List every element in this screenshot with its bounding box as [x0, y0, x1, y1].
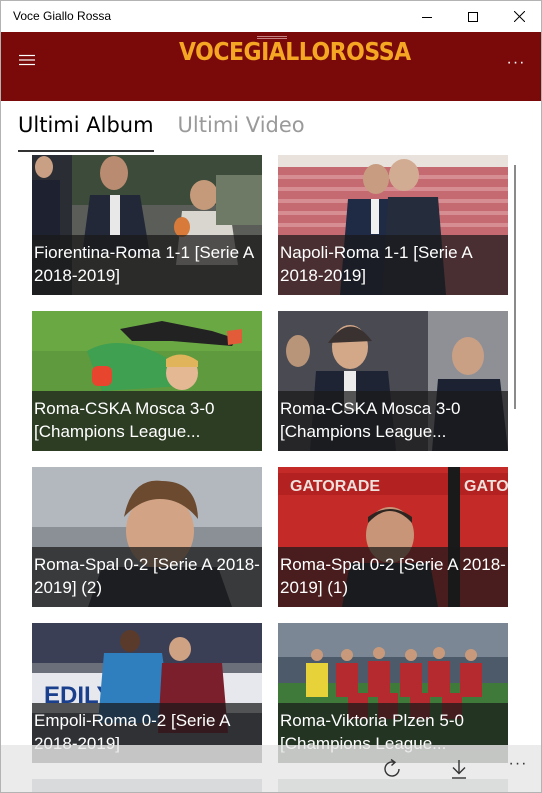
app-logo: VOCEGIALLOROSSA [179, 38, 411, 67]
bottom-app-bar: ··· [1, 745, 541, 792]
download-button[interactable] [444, 755, 474, 783]
tab-ultimi-video[interactable]: Ultimi Video [178, 113, 305, 149]
album-caption: Fiorentina-Roma 1-1 [Serie A 2018-2019] [32, 235, 262, 295]
close-button[interactable] [496, 1, 541, 32]
album-caption: Roma-Spal 0-2 [Serie A 2018-2019] (2) [32, 547, 262, 607]
album-caption: Roma-Spal 0-2 [Serie A 2018-2019] (1) [278, 547, 508, 607]
app-window: Voce Giallo Rossa VOCEGIALLOROSSA ··· Ul… [0, 0, 542, 793]
minimize-button[interactable] [404, 1, 450, 32]
album-card[interactable]: GATORADE GATO Roma-Spal 0-2 [Serie A 201… [278, 467, 508, 607]
vertical-scrollbar[interactable] [514, 165, 516, 409]
header-more-button[interactable]: ··· [501, 54, 531, 74]
refresh-icon [384, 758, 400, 777]
album-caption: Roma-CSKA Mosca 3-0 [Champions League... [278, 391, 508, 451]
more-icon[interactable]: ··· [503, 755, 533, 783]
album-caption: Roma-CSKA Mosca 3-0 [Champions League... [32, 391, 262, 451]
close-icon [513, 11, 525, 22]
album-card[interactable]: Roma-CSKA Mosca 3-0 [Champions League... [32, 311, 262, 451]
minimize-icon [422, 16, 432, 18]
svg-text:GATO: GATO [464, 478, 508, 495]
hamburger-icon [19, 54, 35, 66]
download-icon [452, 760, 466, 779]
album-card[interactable]: Napoli-Roma 1-1 [Serie A 2018-2019] [278, 155, 508, 295]
maximize-icon [468, 11, 478, 22]
title-bar: Voce Giallo Rossa [1, 1, 541, 32]
album-card[interactable]: EDILY Empoli-Roma 0-2 [Serie A 2018-2019… [32, 623, 262, 763]
svg-text:GATORADE: GATORADE [290, 478, 380, 495]
tab-bar: Ultimi Album Ultimi Video [18, 113, 329, 152]
album-card[interactable]: Roma-Spal 0-2 [Serie A 2018-2019] (2) [32, 467, 262, 607]
app-header: VOCEGIALLOROSSA ··· [1, 32, 541, 101]
album-caption: Napoli-Roma 1-1 [Serie A 2018-2019] [278, 235, 508, 295]
album-card[interactable]: Roma-Viktoria Plzen 5-0 [Champions Leagu… [278, 623, 508, 763]
album-card[interactable]: Fiorentina-Roma 1-1 [Serie A 2018-2019] [32, 155, 262, 295]
window-title: Voce Giallo Rossa [13, 9, 112, 23]
refresh-button[interactable] [377, 755, 407, 783]
tab-ultimi-album[interactable]: Ultimi Album [18, 113, 154, 152]
album-card[interactable]: Roma-CSKA Mosca 3-0 [Champions League... [278, 311, 508, 451]
maximize-button[interactable] [450, 1, 496, 32]
menu-button[interactable] [11, 46, 43, 74]
